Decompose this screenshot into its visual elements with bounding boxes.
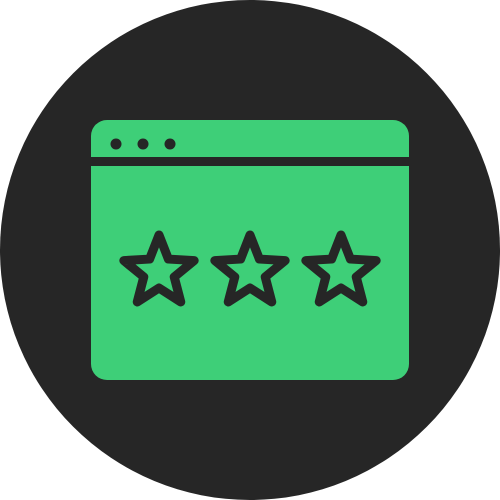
title-bar-divider bbox=[91, 157, 409, 166]
window-dot-icon bbox=[110, 138, 122, 150]
window-dot-icon bbox=[137, 138, 149, 150]
rating-stars bbox=[119, 230, 381, 307]
icon-canvas bbox=[0, 0, 500, 500]
window-dot-icon bbox=[164, 138, 176, 150]
website-rating-icon bbox=[0, 0, 500, 500]
